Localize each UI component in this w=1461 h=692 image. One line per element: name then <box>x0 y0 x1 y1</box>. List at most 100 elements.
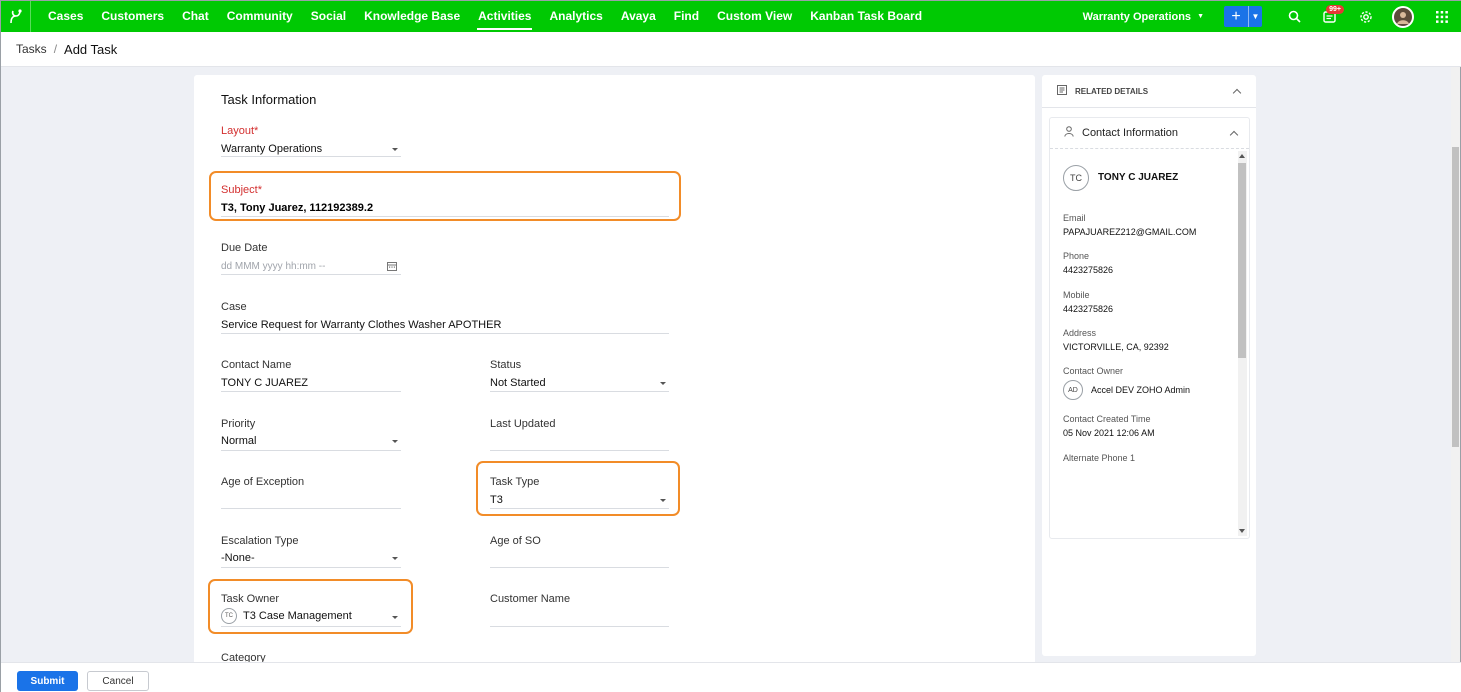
priority-select-value[interactable]: Normal <box>221 435 256 447</box>
nav-tab-cases[interactable]: Cases <box>39 1 92 32</box>
contact-name-label: Contact Name <box>221 359 292 371</box>
chevron-down-icon[interactable] <box>660 382 666 385</box>
scroll-up-arrow[interactable] <box>1239 154 1245 158</box>
status-field[interactable]: Status Not Started <box>490 357 669 392</box>
subject-input[interactable]: T3, Tony Juarez, 112192389.2 <box>221 202 373 214</box>
case-label: Case <box>221 301 247 313</box>
email-label: Email <box>1063 213 1086 223</box>
nav-tab-chat[interactable]: Chat <box>173 1 218 32</box>
nav-tab-activities[interactable]: Activities <box>469 1 540 32</box>
mobile-value: 4423275826 <box>1063 304 1114 314</box>
nav-tab-custom-view[interactable]: Custom View <box>708 1 801 32</box>
task-owner-label: Task Owner <box>221 593 280 605</box>
escalation-type-select-value[interactable]: -None- <box>221 552 255 564</box>
nav-tab-social[interactable]: Social <box>302 1 355 32</box>
quick-create-button[interactable]: + ▼ <box>1224 6 1262 27</box>
status-label: Status <box>490 359 522 371</box>
age-of-so-field[interactable]: Age of SO <box>490 533 669 568</box>
notification-icon[interactable]: 99+ <box>1312 1 1348 32</box>
escalation-type-label: Escalation Type <box>221 535 299 547</box>
breadcrumb-separator: / <box>53 42 58 56</box>
last-updated-label: Last Updated <box>490 418 556 430</box>
chevron-down-icon[interactable] <box>392 616 398 619</box>
contact-name-field[interactable]: Contact Name TONY C JUAREZ <box>221 357 401 392</box>
contact-scrollbar-thumb[interactable] <box>1238 163 1246 358</box>
chevron-down-icon[interactable]: ▼ <box>1249 12 1262 21</box>
priority-field[interactable]: Priority Normal <box>221 416 401 451</box>
nav-tab-analytics[interactable]: Analytics <box>540 1 611 32</box>
contact-avatar: TC <box>1063 165 1089 191</box>
subject-field[interactable]: Subject* T3, Tony Juarez, 112192389.2 <box>221 182 669 217</box>
app-grid-icon[interactable] <box>1424 1 1460 32</box>
breadcrumb: Tasks / Add Task <box>1 32 1461 67</box>
page-title: Add Task <box>64 41 118 57</box>
phone-value: 4423275826 <box>1063 265 1114 275</box>
settings-icon[interactable] <box>1348 1 1384 32</box>
age-of-exception-field[interactable]: Age of Exception <box>221 474 401 509</box>
due-date-input[interactable]: dd MMM yyyy hh:mm -- <box>221 261 325 272</box>
contact-information-header[interactable]: Contact Information <box>1050 118 1249 149</box>
chevron-up-icon[interactable] <box>1229 130 1239 140</box>
nav-tabs: Cases Customers Chat Community Social Knowled… <box>39 1 931 32</box>
age-of-so-label: Age of SO <box>490 535 541 547</box>
plus-icon: + <box>1224 6 1249 27</box>
nav-tab-knowledge-base[interactable]: Knowledge Base <box>355 1 469 32</box>
contact-owner-label: Contact Owner <box>1063 366 1124 376</box>
case-lookup-value[interactable]: Service Request for Warranty Clothes Was… <box>221 319 501 331</box>
email-value: PAPAJUAREZ212@GMAIL.COM <box>1063 227 1197 237</box>
alternate-phone-label: Alternate Phone 1 <box>1063 453 1136 463</box>
layout-field[interactable]: Layout* Warranty Operations <box>221 123 401 157</box>
owner-avatar: TC <box>221 608 237 624</box>
due-date-field[interactable]: Due Date dd MMM yyyy hh:mm -- <box>221 240 401 275</box>
task-owner-field[interactable]: Task Owner TC T3 Case Management <box>221 591 401 627</box>
nav-tab-community[interactable]: Community <box>218 1 302 32</box>
related-details-icon <box>1057 85 1067 97</box>
nav-tab-find[interactable]: Find <box>665 1 708 32</box>
nav-tab-avaya[interactable]: Avaya <box>612 1 665 32</box>
department-switcher[interactable]: Warranty Operations ▼ <box>1083 11 1204 23</box>
contact-name[interactable]: TONY C JUAREZ <box>1098 172 1178 183</box>
contact-information-title: Contact Information <box>1082 127 1178 139</box>
nav-tab-kanban-task-board[interactable]: Kanban Task Board <box>801 1 931 32</box>
subject-label: Subject* <box>221 184 262 196</box>
related-details-title: RELATED DETAILS <box>1075 86 1149 96</box>
search-icon[interactable] <box>1276 1 1312 32</box>
page-scrollbar[interactable] <box>1451 67 1460 662</box>
scroll-down-arrow[interactable] <box>1239 529 1245 533</box>
profile-avatar[interactable] <box>1392 5 1414 28</box>
related-details-header[interactable]: RELATED DETAILS <box>1042 75 1256 108</box>
contact-owner-avatar: AD <box>1063 380 1083 400</box>
chevron-up-icon[interactable] <box>1232 88 1242 98</box>
due-date-label: Due Date <box>221 242 268 254</box>
chevron-down-icon[interactable] <box>392 440 398 443</box>
task-type-label: Task Type <box>490 476 540 488</box>
case-field[interactable]: Case Service Request for Warranty Clothe… <box>221 299 669 334</box>
chevron-down-icon[interactable] <box>660 499 666 502</box>
customer-name-label: Customer Name <box>490 593 571 605</box>
page-scrollbar-thumb[interactable] <box>1452 147 1459 447</box>
submit-button[interactable]: Submit <box>17 671 78 691</box>
task-type-select-value[interactable]: T3 <box>490 494 503 506</box>
breadcrumb-tasks-link[interactable]: Tasks <box>16 42 47 56</box>
nav-tab-customers[interactable]: Customers <box>92 1 173 32</box>
status-select-value[interactable]: Not Started <box>490 377 546 389</box>
chevron-down-icon[interactable] <box>392 557 398 560</box>
calendar-icon[interactable] <box>387 260 397 274</box>
address-label: Address <box>1063 328 1097 338</box>
created-time-label: Contact Created Time <box>1063 414 1151 424</box>
app-logo-icon[interactable] <box>1 1 31 32</box>
chevron-down-icon[interactable] <box>392 148 398 151</box>
last-updated-field[interactable]: Last Updated <box>490 416 669 451</box>
contact-name-value[interactable]: TONY C JUAREZ <box>221 377 308 389</box>
layout-select-value[interactable]: Warranty Operations <box>221 143 322 155</box>
escalation-type-field[interactable]: Escalation Type -None- <box>221 533 401 568</box>
cancel-button[interactable]: Cancel <box>87 671 149 691</box>
contact-information-card: Contact Information TC TONY C JUAREZ Ema… <box>1049 117 1250 539</box>
chevron-down-icon: ▼ <box>1197 13 1204 20</box>
layout-label: Layout* <box>221 125 259 137</box>
task-owner-select-value[interactable]: T3 Case Management <box>243 610 352 622</box>
task-type-field[interactable]: Task Type T3 <box>490 474 669 509</box>
age-of-exception-label: Age of Exception <box>221 476 305 488</box>
customer-name-field[interactable]: Customer Name <box>490 591 669 627</box>
task-form-card: Task Information Layout* Warranty Operat… <box>194 75 1035 665</box>
